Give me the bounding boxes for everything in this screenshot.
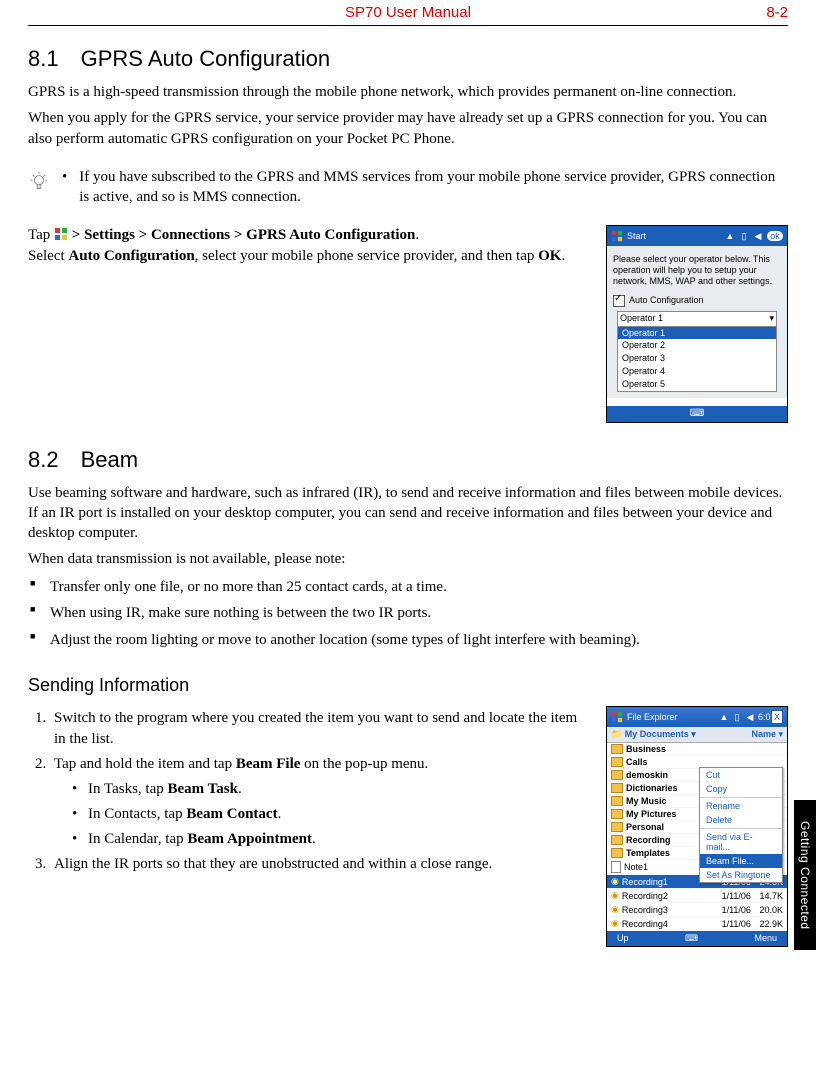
signal-icon: ▲ [725,231,735,241]
keyboard-icon[interactable]: ⌨ [690,408,704,419]
beam-note-3: Adjust the room lighting or move to anot… [28,629,788,652]
menu-send-email[interactable]: Send via E-mail... [700,830,782,854]
operator-listbox[interactable]: Operator 1 Operator 2 Operator 3 Operato… [617,326,777,392]
signal-icon: ▲ [719,712,729,722]
note-icon [611,861,621,873]
windows-start-icon [611,711,623,723]
folder-row[interactable]: Business [607,743,787,756]
step-2c: In Calendar, tap Beam Appointment. [72,829,590,850]
audio-icon: ◉ [611,876,619,887]
section-8-2-para1: Use beaming software and hardware, such … [28,483,788,544]
folder-icon [611,744,623,754]
beam-note-1: Transfer only one file, or no more than … [28,576,788,599]
step-3: Align the IR ports so that they are unob… [50,854,590,875]
file-row[interactable]: ◉ Recording4 1/11/06 22.9K [607,917,787,931]
ok-button[interactable]: ok [767,231,783,241]
page-number: 8-2 [766,4,788,21]
section-8-2-heading: 8.2 Beam [28,447,788,473]
close-button[interactable]: X [771,710,783,724]
menu-set-ringtone[interactable]: Set As Ringtone [700,868,782,882]
pda-footer: ⌨ [607,406,787,422]
list-item[interactable]: Operator 3 [618,352,776,365]
tip-bullet: • [62,169,67,186]
audio-icon: ◉ [611,904,619,915]
folder-icon [611,796,623,806]
menu-delete[interactable]: Delete [700,813,782,827]
sound-icon: ◀ [753,231,763,242]
menu-beam-file[interactable]: Beam File... [700,854,782,868]
auto-config-checkbox[interactable] [613,295,625,307]
list-item[interactable]: Operator 1 [618,327,776,340]
list-item[interactable]: Operator 5 [618,378,776,391]
step-2a: In Tasks, tap Beam Task. [72,779,590,800]
folder-icon [611,770,623,780]
instruction-text: Tap > Settings > Connections > GPRS Auto… [28,225,590,266]
folder-icon [611,783,623,793]
step-2: Tap and hold the item and tap Beam File … [50,754,590,850]
section-tab: Getting Connected [794,800,816,950]
softkey-menu[interactable]: Menu [754,933,777,944]
softkey-up[interactable]: Up [617,933,629,944]
radio-icon: ▯ [732,712,742,723]
folder-icon [611,809,623,819]
menu-rename[interactable]: Rename [700,799,782,813]
folder-icon [611,757,623,767]
context-menu: Cut Copy Rename Delete Send via E-mail..… [699,767,783,883]
operator-combobox[interactable]: Operator 1▾ [617,311,777,327]
windows-start-icon [54,227,68,241]
beam-note-2: When using IR, make sure nothing is betw… [28,602,788,625]
windows-start-icon [611,230,623,242]
pda-file-explorer-screenshot: File Explorer ▲ ▯ ◀ 6:07 X 📁 My Document… [606,706,788,947]
page-header: SP70 User Manual 8-2 [28,4,788,26]
folder-icon [611,835,623,845]
sending-info-heading: Sending Information [28,675,788,696]
manual-title: SP70 User Manual [345,4,471,21]
clock-text: 6:07 [758,712,768,722]
menu-cut[interactable]: Cut [700,768,782,782]
fe-title-text: File Explorer [627,712,678,722]
breadcrumb[interactable]: My Documents ▾ [625,729,696,739]
keyboard-icon[interactable]: ⌨ [685,933,698,944]
list-item[interactable]: Operator 4 [618,365,776,378]
file-row[interactable]: ◉ Recording2 1/11/06 14.7K [607,889,787,903]
folder-icon: 📁 [611,729,622,739]
radio-icon: ▯ [739,231,749,242]
audio-icon: ◉ [611,918,619,929]
sort-by[interactable]: Name ▾ [751,729,783,740]
step-2b: In Contacts, tap Beam Contact. [72,804,590,825]
sound-icon: ◀ [745,712,755,723]
folder-icon [611,848,623,858]
list-item[interactable]: Operator 2 [618,339,776,352]
pda-auto-config-screenshot: Start ▲ ▯ ◀ ok Please select your operat… [606,225,788,422]
file-row[interactable]: ◉ Recording3 1/11/06 20.0K [607,903,787,917]
section-8-2-para2: When data transmission is not available,… [28,549,788,569]
lightbulb-icon [28,171,50,193]
section-8-1-para2: When you apply for the GPRS service, you… [28,108,788,149]
auto-config-label: Auto Configuration [629,295,704,306]
audio-icon: ◉ [611,890,619,901]
section-8-1-para1: GPRS is a high-speed transmission throug… [28,82,788,102]
section-8-1-heading: 8.1 GPRS Auto Configuration [28,46,788,72]
chevron-down-icon: ▾ [769,313,774,324]
menu-copy[interactable]: Copy [700,782,782,796]
folder-icon [611,822,623,832]
step-1: Switch to the program where you created … [50,708,590,750]
pda-description: Please select your operator below. This … [613,254,781,286]
pda-title-text: Start [627,231,646,241]
tip-text: If you have subscribed to the GPRS and M… [79,167,788,208]
